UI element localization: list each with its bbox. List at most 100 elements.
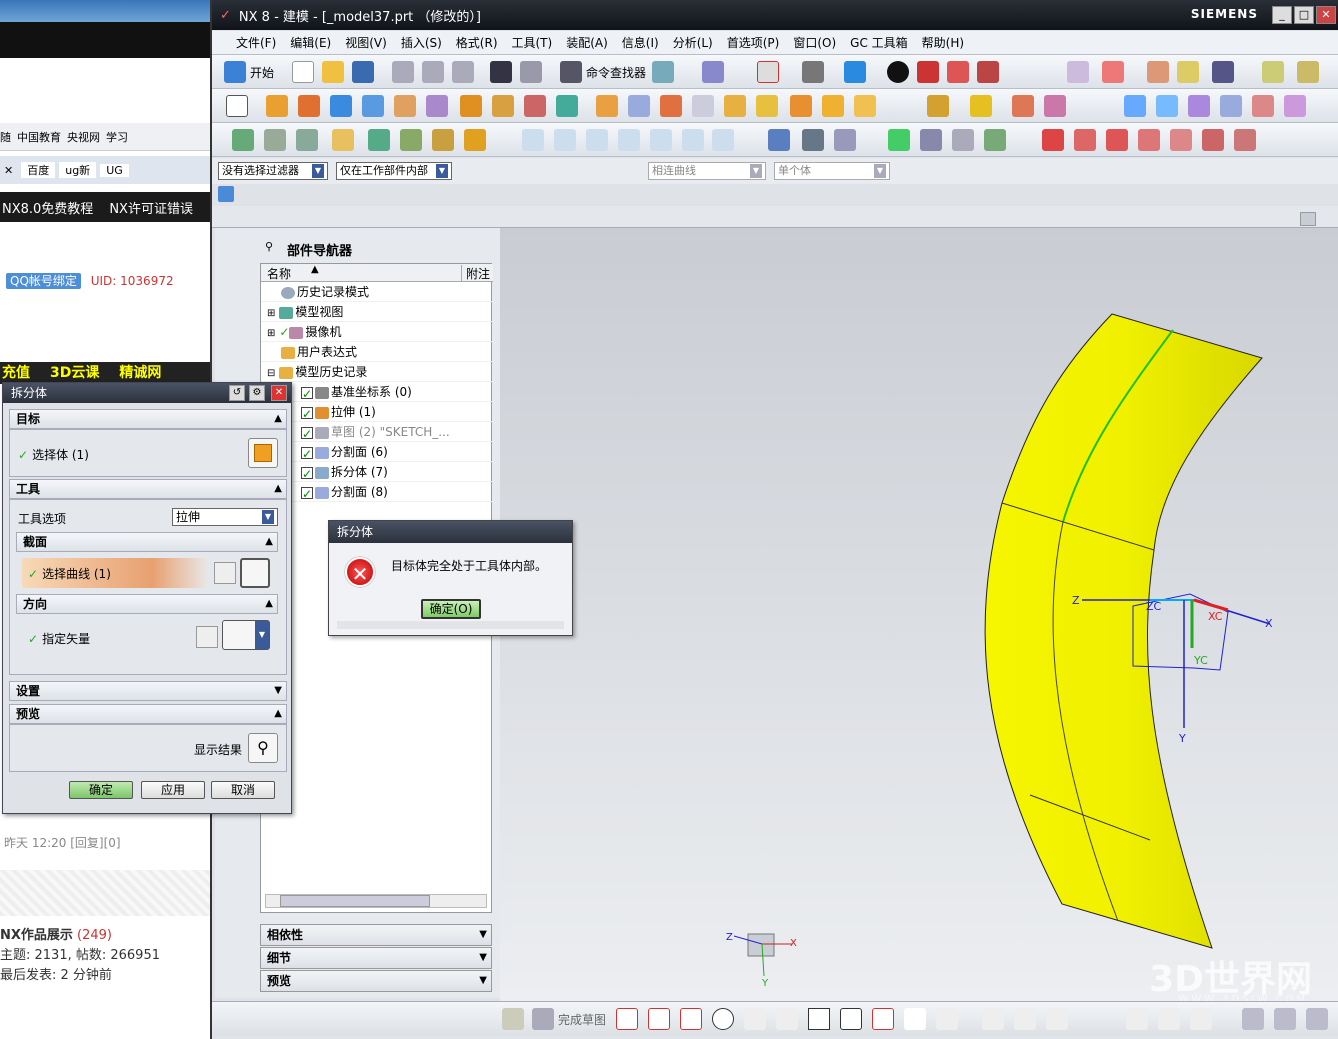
select-body-button[interactable] bbox=[248, 438, 278, 468]
polygon-icon[interactable] bbox=[1138, 129, 1160, 151]
split-body-icon[interactable] bbox=[756, 95, 778, 117]
polygon-tool-icon[interactable] bbox=[840, 1008, 862, 1030]
magnifier-icon[interactable]: ⚲ bbox=[248, 733, 278, 763]
fill-surface-icon[interactable] bbox=[1284, 95, 1306, 117]
measure-icon[interactable] bbox=[1262, 61, 1284, 83]
expand-icon[interactable]: ⊞ bbox=[267, 308, 275, 319]
solid-body-icon[interactable] bbox=[218, 186, 234, 202]
menu-edit[interactable]: 编辑(E) bbox=[290, 34, 331, 51]
unite-icon[interactable] bbox=[927, 95, 949, 117]
bridge-icon[interactable] bbox=[1188, 95, 1210, 117]
mesh-icon[interactable] bbox=[1156, 95, 1178, 117]
menu-analysis[interactable]: 分析(L) bbox=[673, 34, 713, 51]
maximize-button[interactable]: □ bbox=[1294, 6, 1314, 24]
profile-icon[interactable] bbox=[616, 1008, 638, 1030]
scrollbar-thumb[interactable] bbox=[280, 895, 430, 907]
part-icon[interactable] bbox=[920, 129, 942, 151]
dependencies-panel[interactable]: 相依性 ▼ bbox=[260, 924, 492, 946]
offset-face-icon[interactable] bbox=[790, 95, 812, 117]
menu-info[interactable]: 信息(I) bbox=[622, 34, 659, 51]
extend-tool-icon[interactable] bbox=[1014, 1008, 1036, 1030]
finish-sketch-button[interactable]: 完成草图 bbox=[558, 1011, 606, 1028]
layer-icon[interactable] bbox=[1067, 61, 1089, 83]
vector-dialog-button[interactable]: ▼ bbox=[222, 620, 270, 650]
datum-icon[interactable] bbox=[556, 95, 578, 117]
visibility-checkbox[interactable] bbox=[301, 464, 313, 484]
copy-icon[interactable] bbox=[422, 61, 444, 83]
line-tool-icon[interactable] bbox=[648, 1008, 670, 1030]
cut-icon[interactable] bbox=[392, 61, 414, 83]
block-icon[interactable] bbox=[330, 95, 352, 117]
thicken-icon[interactable] bbox=[822, 95, 844, 117]
browser-tab[interactable]: ug新 bbox=[59, 162, 97, 178]
curve-1-icon[interactable] bbox=[522, 129, 544, 151]
revolve-icon[interactable] bbox=[298, 95, 320, 117]
scope-select[interactable]: 仅在工作部件内部 ▼ bbox=[336, 162, 452, 180]
motion-icon[interactable] bbox=[1212, 61, 1234, 83]
tree-row-user-expressions[interactable]: 用户表达式 bbox=[261, 342, 493, 362]
curve-7-icon[interactable] bbox=[712, 129, 734, 151]
type-filter-select[interactable]: 没有选择过滤器 ▼ bbox=[218, 162, 328, 180]
expand-icon[interactable]: ⊞ bbox=[267, 328, 275, 339]
specify-vector-row[interactable]: ✓ 指定矢量 bbox=[28, 630, 90, 647]
curve-rule-select[interactable]: 相连曲线 ▼ bbox=[648, 162, 766, 180]
cancel-button[interactable]: 取消 bbox=[211, 781, 275, 799]
hole-icon[interactable] bbox=[394, 95, 416, 117]
analysis-icon[interactable] bbox=[1297, 61, 1319, 83]
window-icon[interactable] bbox=[652, 61, 674, 83]
hammer-icon[interactable] bbox=[400, 129, 422, 151]
section-cube-icon[interactable] bbox=[947, 61, 969, 83]
redo-icon[interactable] bbox=[520, 61, 542, 83]
corner-tool-icon[interactable] bbox=[1046, 1008, 1068, 1030]
direction-subsection-header[interactable]: 方向 ▲ bbox=[16, 594, 278, 614]
reverse-direction-icon[interactable] bbox=[196, 626, 218, 648]
sketch-task-icon[interactable] bbox=[502, 1008, 524, 1030]
visibility-checkbox[interactable] bbox=[301, 484, 313, 504]
tree-row-feature[interactable]: 拉伸 (1) bbox=[261, 402, 493, 424]
binoculars-icon[interactable] bbox=[560, 61, 582, 83]
intersect-icon[interactable] bbox=[1012, 95, 1034, 117]
dark-link[interactable]: NX8.0免费教程 bbox=[2, 198, 93, 217]
select-curve-row[interactable]: ✓ 选择曲线 (1) bbox=[22, 558, 208, 588]
visibility-checkbox[interactable] bbox=[301, 444, 313, 464]
site-nav-item[interactable]: 充值 bbox=[2, 362, 30, 384]
circle-tool-icon[interactable] bbox=[712, 1008, 734, 1030]
sketch-section-icon[interactable] bbox=[214, 562, 236, 584]
new-file-icon[interactable] bbox=[292, 61, 314, 83]
column-name[interactable]: 名称 bbox=[267, 265, 291, 282]
forum-title[interactable]: NX作品展示 bbox=[0, 928, 73, 943]
sketch-icon[interactable] bbox=[226, 95, 248, 117]
menu-file[interactable]: 文件(F) bbox=[236, 34, 276, 51]
fav-item[interactable]: 央视网 bbox=[67, 129, 100, 145]
visibility-checkbox[interactable] bbox=[301, 384, 313, 404]
dark-link[interactable]: NX许可证错误 bbox=[109, 198, 193, 217]
rib-icon[interactable] bbox=[492, 95, 514, 117]
clip-cube-icon[interactable] bbox=[977, 61, 999, 83]
clip-icon[interactable] bbox=[332, 129, 354, 151]
open-folder-icon[interactable] bbox=[322, 61, 344, 83]
visibility-checkbox[interactable] bbox=[301, 404, 313, 424]
chamfer-icon[interactable] bbox=[628, 95, 650, 117]
trim-tool-icon[interactable] bbox=[982, 1008, 1004, 1030]
tree-row-feature[interactable]: 草图 (2) "SKETCH_... bbox=[261, 422, 493, 444]
display-tool-icon[interactable] bbox=[1242, 1008, 1264, 1030]
menu-assembly[interactable]: 装配(A) bbox=[566, 34, 608, 51]
curve-4-icon[interactable] bbox=[618, 129, 640, 151]
fillet-tool-icon[interactable] bbox=[744, 1008, 766, 1030]
site-nav-item[interactable]: 3D云课 bbox=[50, 362, 99, 384]
collapse-icon[interactable]: ⊟ bbox=[267, 368, 275, 379]
undo-icon[interactable] bbox=[490, 61, 512, 83]
cylinder-icon[interactable] bbox=[362, 95, 384, 117]
site-nav-item[interactable]: 精诚网 bbox=[119, 362, 161, 384]
save-icon[interactable] bbox=[352, 61, 374, 83]
cylinder-blue-icon[interactable] bbox=[768, 129, 790, 151]
start-button[interactable]: 开始 bbox=[250, 64, 274, 81]
wcs-icon[interactable] bbox=[1102, 61, 1124, 83]
pin-icon[interactable]: ⚲ bbox=[265, 240, 273, 253]
fav-item[interactable]: 随 bbox=[0, 129, 11, 145]
curve-5-icon[interactable] bbox=[650, 129, 672, 151]
face-rule-select[interactable]: 单个体 ▼ bbox=[774, 162, 890, 180]
browser-tab[interactable]: UG bbox=[100, 163, 129, 177]
tree-row-feature[interactable]: 分割面 (6) bbox=[261, 442, 493, 464]
relations-tool-icon[interactable] bbox=[1274, 1008, 1296, 1030]
